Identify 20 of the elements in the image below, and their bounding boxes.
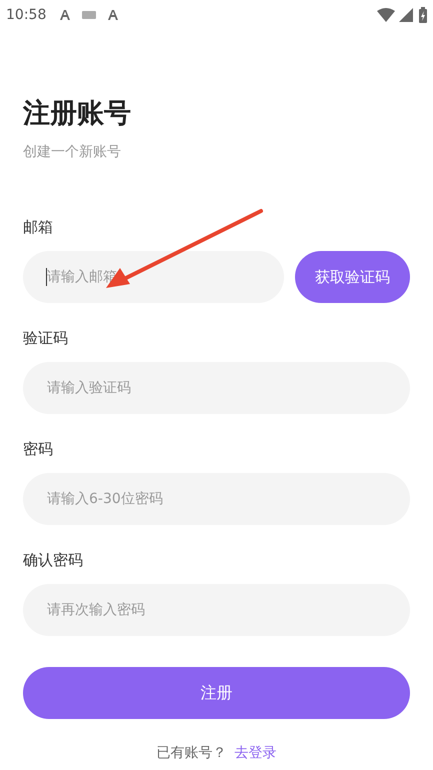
status-time: 10:58 — [6, 6, 46, 24]
wifi-icon — [377, 8, 395, 22]
login-link[interactable]: 去登录 — [234, 743, 276, 764]
keyboard-icon — [82, 11, 96, 19]
footer-text: 已有账号？ — [156, 744, 226, 763]
battery-icon — [419, 7, 427, 23]
page-subtitle: 创建一个新账号 — [23, 143, 122, 162]
input-field[interactable]: 请再次输入密码 — [23, 584, 410, 636]
get-code-button[interactable]: 获取验证码 — [295, 251, 410, 303]
font-icon — [106, 9, 120, 21]
page-title: 注册账号 — [23, 97, 132, 131]
input-field[interactable]: 请输入6-30位密码 — [23, 473, 410, 525]
register-button[interactable]: 注册 — [23, 667, 410, 719]
field-label: 邮箱 — [23, 217, 54, 237]
signal-icon — [399, 8, 413, 22]
font-icon — [58, 9, 72, 21]
field-label: 密码 — [23, 439, 54, 459]
field-label: 验证码 — [23, 328, 69, 348]
input-field[interactable]: 请输入验证码 — [23, 362, 410, 414]
field-label: 确认密码 — [23, 550, 84, 570]
